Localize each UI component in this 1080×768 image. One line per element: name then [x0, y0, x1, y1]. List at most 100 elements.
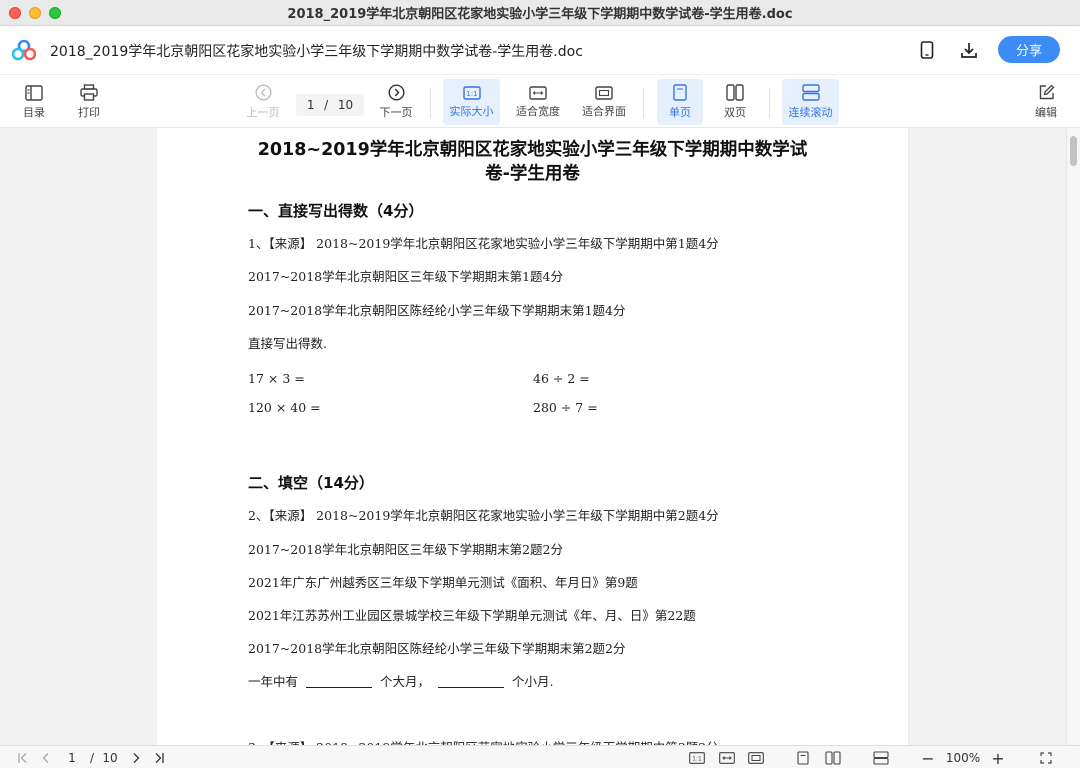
- zoom-out-button[interactable]: −: [920, 749, 936, 768]
- toolbar: 目录 打印 上一页 下一页 1:1 实际大小 适合宽度 适合界面 单页 双页 连…: [0, 74, 1080, 128]
- window-title: 2018_2019学年北京朝阳区花家地实验小学三年级下学期期中数学试卷-学生用卷…: [287, 7, 793, 22]
- question-source-line: 2017~2018学年北京朝阳区陈经纶小学三年级下学期期末第1题4分: [248, 303, 626, 318]
- last-page-icon[interactable]: [151, 750, 167, 766]
- next-page-icon[interactable]: [128, 750, 144, 766]
- status-page-separator: /: [89, 751, 95, 765]
- continuous-scroll-label: 连续滚动: [788, 106, 833, 119]
- window-controls: [9, 7, 61, 19]
- fit-screen-label: 适合界面: [582, 104, 626, 118]
- document-page: 2018~2019学年北京朝阳区花家地实验小学三年级下学期期中数学试 卷-学生用…: [157, 128, 908, 745]
- answer-blank: [438, 687, 505, 688]
- double-page-icon: [726, 84, 744, 101]
- actual-size-icon[interactable]: 1:1: [688, 750, 706, 766]
- fill-blank-question: 一年中有 个大月， 个小月.: [248, 671, 554, 690]
- fit-width-icon: [529, 85, 547, 100]
- close-window-button[interactable]: [9, 7, 21, 19]
- maximize-window-button[interactable]: [49, 7, 61, 19]
- fit-width-icon[interactable]: [718, 750, 736, 766]
- total-pages: 10: [337, 98, 354, 112]
- window-titlebar: 2018_2019学年北京朝阳区花家地实验小学三年级下学期期中数学试卷-学生用卷…: [0, 0, 1080, 26]
- fullscreen-icon[interactable]: [1038, 750, 1054, 766]
- print-label: 打印: [78, 106, 100, 119]
- continuous-scroll-button[interactable]: 连续滚动: [782, 79, 839, 125]
- printer-icon: [80, 84, 98, 101]
- actual-size-label: 实际大小: [449, 104, 494, 118]
- prev-page-button[interactable]: 上一页: [243, 79, 283, 125]
- download-icon[interactable]: [957, 38, 981, 62]
- single-page-label: 单页: [669, 106, 691, 119]
- chevron-left-circle-icon: [254, 84, 272, 101]
- document-name: 2018_2019学年北京朝阳区花家地实验小学三年级下学期期中数学试卷-学生用卷…: [50, 44, 583, 60]
- document-viewport[interactable]: 2018~2019学年北京朝阳区花家地实验小学三年级下学期期中数学试 卷-学生用…: [0, 128, 1080, 745]
- question-source-line: 2017~2018学年北京朝阳区三年级下学期期末第2题2分: [248, 542, 564, 557]
- toc-button[interactable]: 目录: [14, 79, 54, 125]
- zoom-level[interactable]: 100%: [942, 750, 984, 766]
- continuous-scroll-icon: [801, 84, 820, 101]
- zoom-in-button[interactable]: +: [990, 749, 1006, 768]
- question-prompt: 直接写出得数.: [248, 336, 327, 351]
- double-page-label: 双页: [724, 106, 746, 119]
- section-heading: 一、直接写出得数（4分）: [248, 202, 424, 220]
- document-title-line2: 卷-学生用卷: [485, 164, 580, 184]
- app-logo-icon: [12, 39, 36, 61]
- svg-text:1:1: 1:1: [466, 90, 477, 98]
- fill-suffix: 个小月.: [512, 674, 554, 689]
- scrollbar-thumb[interactable]: [1070, 136, 1077, 166]
- vertical-scrollbar[interactable]: [1066, 128, 1080, 745]
- toolbar-divider: [769, 88, 770, 118]
- toc-icon: [25, 84, 43, 101]
- phone-icon[interactable]: [915, 38, 939, 62]
- share-button[interactable]: 分享: [998, 36, 1060, 63]
- question-source-line: 2、【来源】 2018~2019学年北京朝阳区花家地实验小学三年级下学期期中第2…: [248, 508, 719, 523]
- question-source-line: 2021年广东广州越秀区三年级下学期单元测试《面积、年月日》第9题: [248, 575, 638, 590]
- answer-blank: [306, 687, 373, 688]
- current-page: 1: [306, 98, 315, 112]
- toc-label: 目录: [23, 105, 45, 119]
- actual-size-icon: 1:1: [462, 85, 481, 100]
- question-source-line: 3、【来源】 2018~2019学年北京朝阳区花家地实验小学三年级下学期期中第3…: [248, 737, 719, 745]
- fit-screen-icon[interactable]: [747, 750, 765, 766]
- next-page-label: 下一页: [379, 106, 413, 119]
- print-button[interactable]: 打印: [69, 79, 109, 125]
- app-header: 2018_2019学年北京朝阳区花家地实验小学三年级下学期期中数学试卷-学生用卷…: [0, 26, 1080, 74]
- fit-screen-icon: [595, 85, 613, 100]
- page-separator: /: [324, 98, 329, 112]
- single-page-icon: [673, 84, 687, 101]
- next-page-button[interactable]: 下一页: [376, 79, 416, 125]
- edit-pencil-icon: [1039, 84, 1054, 100]
- single-page-icon[interactable]: [795, 750, 811, 766]
- question-source-line: 1、【来源】 2018~2019学年北京朝阳区花家地实验小学三年级下学期期中第1…: [248, 236, 719, 251]
- fit-screen-button[interactable]: 适合界面: [577, 79, 631, 125]
- document-title-line1: 2018~2019学年北京朝阳区花家地实验小学三年级下学期期中数学试: [257, 140, 808, 160]
- double-page-icon[interactable]: [824, 750, 842, 766]
- edit-label: 编辑: [1035, 106, 1057, 119]
- calc-item: 17 × 3 =: [248, 371, 305, 386]
- question-source-line: 2017~2018学年北京朝阳区陈经纶小学三年级下学期期末第2题2分: [248, 641, 626, 656]
- question-source-line: 2021年江苏苏州工业园区景城学校三年级下学期单元测试《年、月、日》第22题: [248, 608, 696, 623]
- calc-item: 120 × 40 =: [248, 400, 321, 415]
- status-current-page[interactable]: 1: [62, 750, 82, 766]
- single-page-button[interactable]: 单页: [657, 79, 703, 125]
- prev-page-icon[interactable]: [38, 750, 54, 766]
- fill-prefix: 一年中有: [248, 674, 299, 689]
- minimize-window-button[interactable]: [29, 7, 41, 19]
- question-source-line: 2017~2018学年北京朝阳区三年级下学期期末第1题4分: [248, 269, 564, 284]
- svg-text:1:1: 1:1: [692, 756, 702, 763]
- double-page-button[interactable]: 双页: [713, 79, 757, 125]
- first-page-icon[interactable]: [15, 750, 31, 766]
- fit-width-label: 适合宽度: [516, 104, 560, 118]
- calc-item: 46 ÷ 2 =: [533, 371, 590, 386]
- calc-item: 280 ÷ 7 =: [533, 400, 598, 415]
- page-number-input[interactable]: 1 / 10: [296, 94, 364, 116]
- prev-page-label: 上一页: [246, 106, 280, 119]
- status-total-pages: 10: [102, 751, 118, 765]
- chevron-right-circle-icon: [387, 84, 405, 101]
- edit-button[interactable]: 编辑: [1027, 79, 1065, 125]
- section-heading: 二、填空（14分）: [248, 474, 374, 492]
- toolbar-divider: [430, 88, 431, 118]
- continuous-scroll-icon[interactable]: [872, 750, 890, 766]
- fit-width-button[interactable]: 适合宽度: [511, 79, 565, 125]
- fill-mid: 个大月，: [380, 674, 431, 689]
- status-bar: 1 / 10 1:1 − 100% +: [0, 745, 1080, 768]
- actual-size-button[interactable]: 1:1 实际大小: [443, 79, 500, 125]
